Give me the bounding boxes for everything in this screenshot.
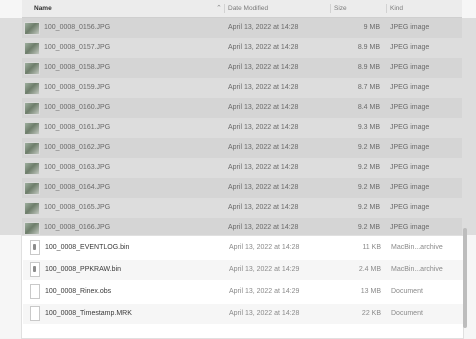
file-row[interactable]: 100_0008_0163.JPG April 13, 2022 at 14:2… [22,158,462,178]
jpeg-thumbnail-icon [24,182,40,195]
jpeg-thumbnail-icon [24,102,40,115]
file-name: 100_0008_0157.JPG [44,44,111,51]
file-kind: JPEG image [390,184,430,191]
jpeg-thumbnail-icon [24,22,40,35]
file-date: April 13, 2022 at 14:28 [229,310,300,317]
document-icon [30,306,40,321]
bin-file-icon [30,262,40,277]
file-row[interactable]: 100_0008_PPKRAW.bin April 13, 2022 at 14… [23,260,463,280]
file-size: 11 KB [362,244,381,251]
file-name: 100_0008_0164.JPG [44,184,111,191]
file-row[interactable]: 100_0008_Rinex.obs April 13, 2022 at 14:… [23,282,463,302]
file-row[interactable]: 100_0008_0164.JPG April 13, 2022 at 14:2… [22,178,462,198]
file-date: April 13, 2022 at 14:28 [228,84,299,91]
file-row[interactable]: 100_0008_EVENTLOG.bin April 13, 2022 at … [23,238,463,258]
file-kind: MacBin...archive [391,244,443,251]
file-size: 9.2 MB [357,144,380,151]
file-row[interactable]: 100_0008_0156.JPG April 13, 2022 at 14:2… [22,18,462,38]
file-date: April 13, 2022 at 14:28 [228,124,299,131]
file-size: 2.4 MB [358,266,381,273]
file-row[interactable]: 100_0008_0165.JPG April 13, 2022 at 14:2… [22,198,462,218]
file-row[interactable]: 100_0008_0159.JPG April 13, 2022 at 14:2… [22,78,462,98]
jpeg-thumbnail-icon [24,222,40,235]
file-date: April 13, 2022 at 14:28 [228,164,299,171]
file-row[interactable]: 100_0008_0158.JPG April 13, 2022 at 14:2… [22,58,462,78]
file-name: 100_0008_Rinex.obs [45,288,112,295]
file-name: 100_0008_0160.JPG [44,104,111,111]
file-kind: JPEG image [390,84,430,91]
file-row[interactable]: 100_0008_0162.JPG April 13, 2022 at 14:2… [22,138,462,158]
file-kind: JPEG image [390,44,430,51]
file-row[interactable]: 100_0008_0161.JPG April 13, 2022 at 14:2… [22,118,462,138]
file-row[interactable]: 100_0008_0160.JPG April 13, 2022 at 14:2… [22,98,462,118]
file-size: 13 MB [360,288,381,295]
file-name: 100_0008_PPKRAW.bin [45,266,122,273]
file-date: April 13, 2022 at 14:28 [228,144,299,151]
file-date: April 13, 2022 at 14:28 [228,184,299,191]
column-divider[interactable] [224,4,225,13]
column-divider[interactable] [386,4,387,13]
file-size: 9.2 MB [357,164,380,171]
file-size: 8.7 MB [357,84,380,91]
file-date: April 13, 2022 at 14:28 [228,64,299,71]
file-size: 9.2 MB [357,204,380,211]
file-name: 100_0008_Timestamp.MRK [45,310,132,317]
column-header: Name ⌃ Date Modified Size Kind [22,0,462,18]
jpeg-thumbnail-icon [24,202,40,215]
jpeg-thumbnail-icon [24,62,40,75]
file-name: 100_0008_0163.JPG [44,164,111,171]
file-date: April 13, 2022 at 14:29 [229,266,300,273]
file-row[interactable]: 100_0008_Timestamp.MRK April 13, 2022 at… [23,304,463,324]
file-size: 9 MB [363,24,380,31]
file-size: 8.9 MB [357,44,380,51]
file-size: 9.3 MB [357,124,380,131]
file-name: 100_0008_0161.JPG [44,124,111,131]
file-name: 100_0008_0162.JPG [44,144,111,151]
jpeg-thumbnail-icon [24,82,40,95]
file-name: 100_0008_0165.JPG [44,204,111,211]
file-kind: JPEG image [390,164,430,171]
jpeg-thumbnail-icon [24,122,40,135]
file-size: 22 KB [361,310,381,317]
file-name: 100_0008_0156.JPG [44,24,111,31]
vertical-scrollbar[interactable] [463,228,467,328]
column-divider[interactable] [330,4,331,13]
highlighted-files-block: 100_0008_EVENTLOG.bin April 13, 2022 at … [21,235,464,339]
document-icon [30,284,40,299]
jpeg-thumbnail-icon [24,162,40,175]
file-size: 9.2 MB [357,184,380,191]
file-date: April 13, 2022 at 14:28 [228,204,299,211]
file-kind: JPEG image [390,104,430,111]
file-date: April 13, 2022 at 14:28 [228,44,299,51]
file-date: April 13, 2022 at 14:29 [229,288,300,295]
file-name: 100_0008_EVENTLOG.bin [45,244,130,251]
file-kind: JPEG image [390,144,430,151]
file-size: 8.4 MB [357,104,380,111]
column-header-name[interactable]: Name [34,0,52,17]
file-name: 100_0008_0159.JPG [44,84,111,91]
file-row[interactable]: 100_0008_0157.JPG April 13, 2022 at 14:2… [22,38,462,58]
file-date: April 13, 2022 at 14:28 [229,244,300,251]
jpeg-thumbnail-icon [24,142,40,155]
jpeg-thumbnail-icon [24,42,40,55]
file-kind: Document [391,288,423,295]
file-date: April 13, 2022 at 14:28 [228,24,299,31]
finder-window: Name ⌃ Date Modified Size Kind 100_0008_… [0,0,476,339]
file-kind: JPEG image [390,124,430,131]
file-kind: JPEG image [390,64,430,71]
column-header-date-modified[interactable]: Date Modified [228,0,268,17]
sort-chevron-icon[interactable]: ⌃ [216,0,222,17]
bin-file-icon [30,240,40,255]
file-kind: JPEG image [390,204,430,211]
file-kind: JPEG image [390,24,430,31]
file-name: 100_0008_0158.JPG [44,64,111,71]
file-size: 8.9 MB [357,64,380,71]
file-kind: Document [391,310,423,317]
column-header-size[interactable]: Size [334,0,347,17]
file-date: April 13, 2022 at 14:28 [228,104,299,111]
file-kind: MacBin...archive [391,266,443,273]
column-header-kind[interactable]: Kind [390,0,403,17]
